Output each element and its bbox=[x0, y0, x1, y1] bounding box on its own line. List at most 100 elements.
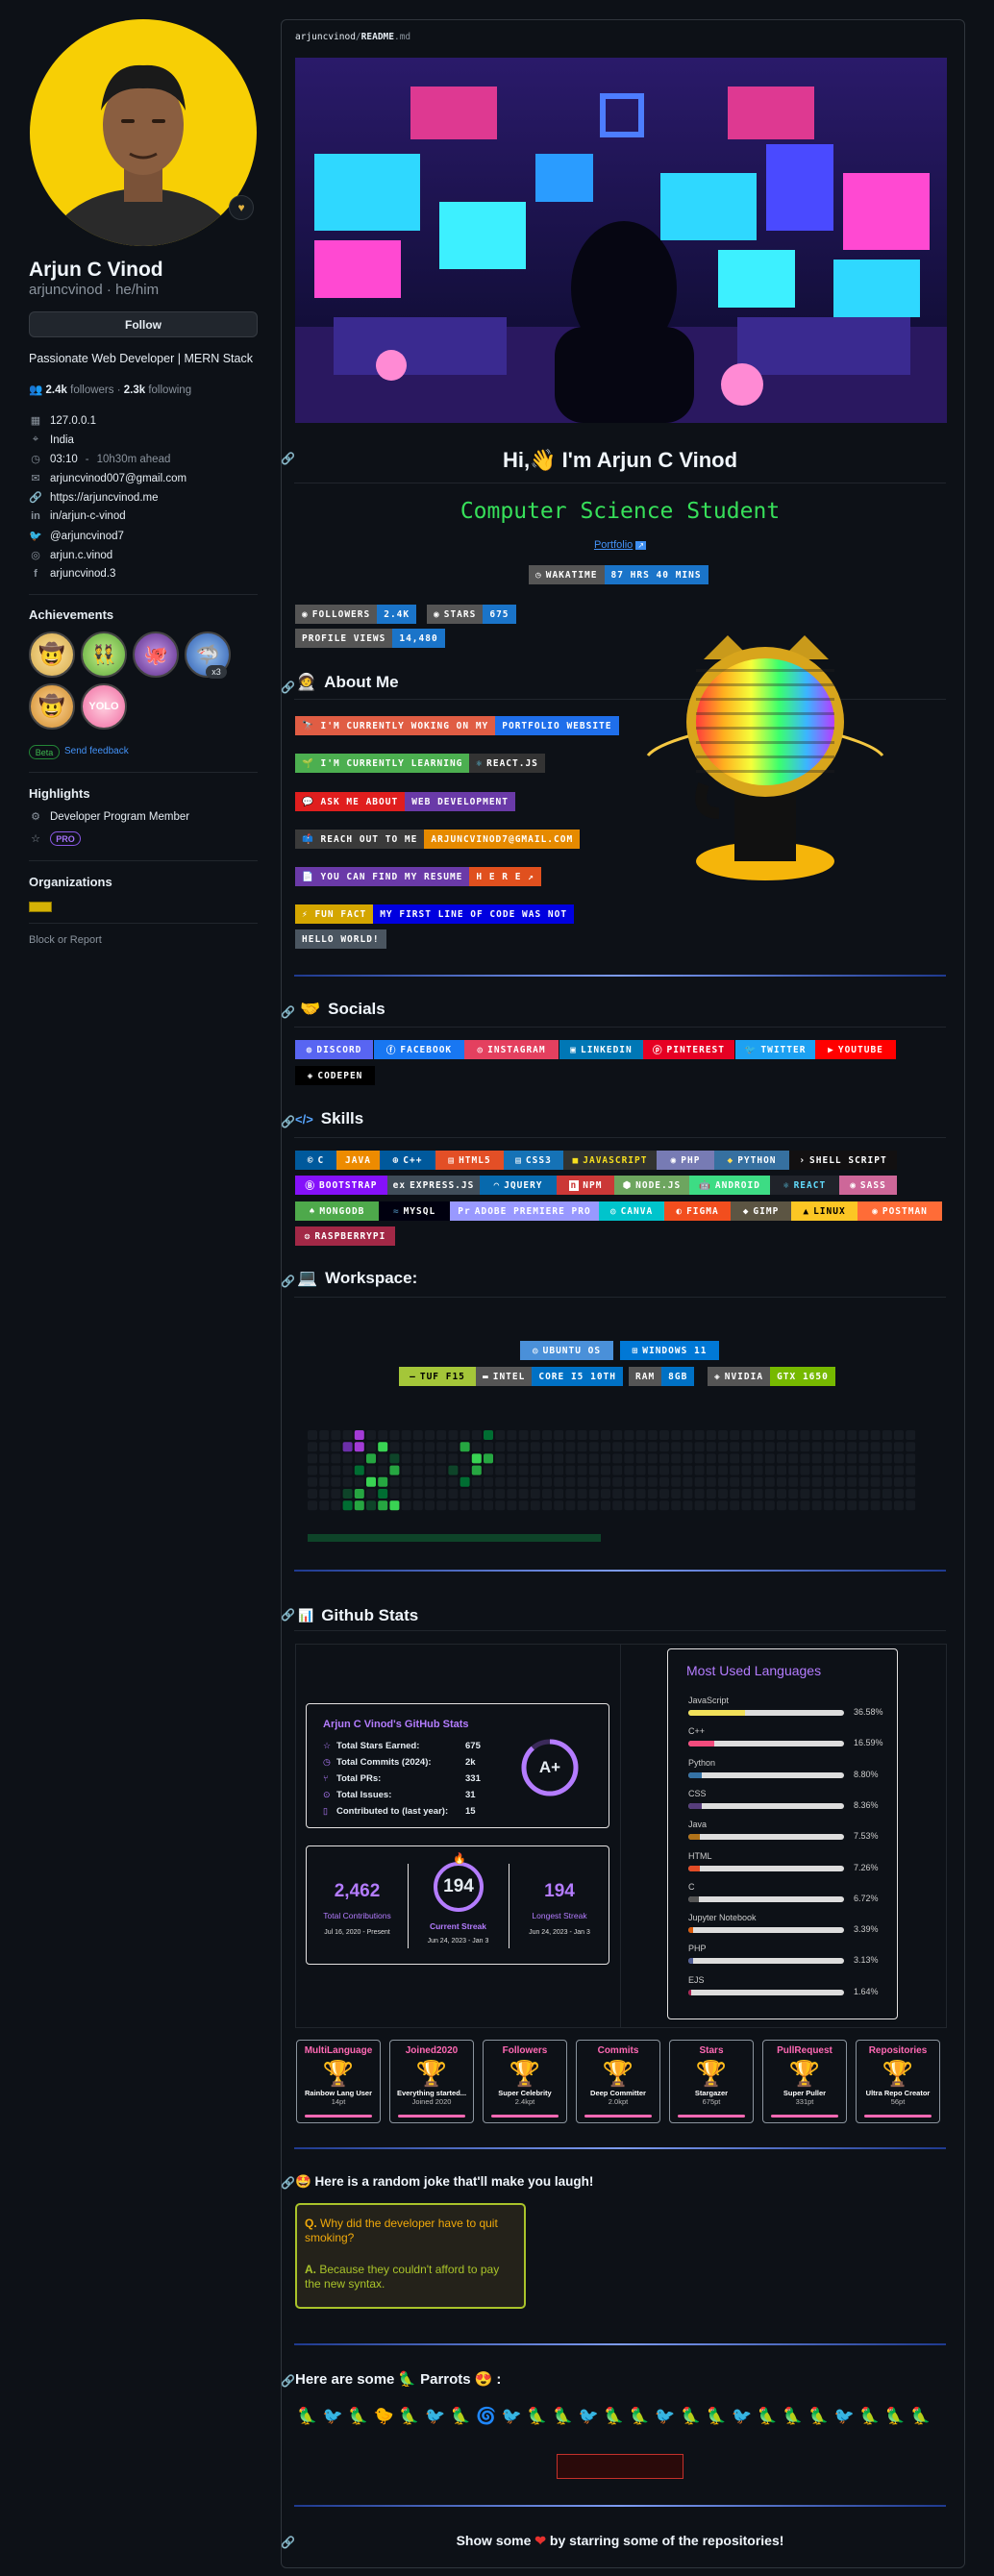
trophy-card[interactable]: Stars 🏆 Stargazer 675pt bbox=[669, 2040, 754, 2123]
contribution-cell bbox=[858, 1476, 869, 1487]
contribution-cell bbox=[460, 1453, 470, 1464]
contribution-cell bbox=[518, 1500, 529, 1511]
achievement-badge-1[interactable]: 🤠 bbox=[29, 632, 75, 678]
followers-label[interactable]: followers bbox=[70, 384, 113, 396]
gear-icon: ⚙ bbox=[31, 811, 40, 823]
following-count[interactable]: 2.3k bbox=[124, 384, 145, 396]
achievement-badge-3[interactable]: 🐙 bbox=[133, 632, 179, 678]
socials-heading: 🤝 Socials bbox=[300, 1000, 385, 1018]
parrot-icon: 🦜 bbox=[757, 2407, 778, 2425]
wakatime-badge[interactable]: ◷ WAKATIME 87 HRS 40 MINS bbox=[529, 565, 708, 584]
anchor-link-icon[interactable]: 🔗 bbox=[281, 1275, 295, 1288]
react-icon: ⚛ bbox=[783, 1179, 790, 1191]
anchor-link-icon[interactable]: 🔗 bbox=[281, 1005, 295, 1019]
status-emoji[interactable]: ♥ bbox=[229, 195, 254, 220]
location-row: ⌖ India bbox=[29, 433, 74, 446]
followers-count[interactable]: 2.4k bbox=[46, 384, 67, 396]
contribution-cell bbox=[741, 1453, 752, 1464]
anchor-link-icon[interactable]: 🔗 bbox=[281, 1608, 295, 1622]
facebook-link[interactable]: arjuncvinod.3 bbox=[50, 568, 115, 580]
joke-card: Q. Why did the developer have to quit sm… bbox=[295, 2203, 526, 2309]
contribution-cell bbox=[495, 1442, 506, 1452]
trophy-card[interactable]: Followers 🏆 Super Celebrity 2.4kpt bbox=[483, 2040, 567, 2123]
email-link[interactable]: arjuncvinod007@gmail.com bbox=[50, 473, 186, 484]
email-row: ✉ arjuncvinod007@gmail.com bbox=[29, 472, 186, 485]
block-report-link[interactable]: Block or Report bbox=[29, 934, 102, 946]
contribution-cell bbox=[319, 1476, 330, 1487]
program-text[interactable]: Developer Program Member bbox=[50, 811, 189, 823]
resume-badge[interactable]: 📄 YOU CAN FIND MY RESUME H E R E ↗ bbox=[295, 867, 541, 886]
youtube-badge[interactable]: ▶ YOUTUBE bbox=[815, 1040, 896, 1059]
contribution-cell bbox=[835, 1500, 845, 1511]
contribution-cell bbox=[906, 1500, 916, 1511]
facebook-badge[interactable]: ⓕ FACEBOOK bbox=[374, 1040, 464, 1059]
trophy-title: Repositories bbox=[868, 2045, 928, 2056]
profile-views-badge: PROFILE VIEWS 14,480 bbox=[295, 629, 445, 648]
pinterest-badge[interactable]: ⓟ PINTEREST bbox=[643, 1040, 734, 1059]
trophy-card[interactable]: Joined2020 🏆 Everything started... Joined 2… bbox=[389, 2040, 474, 2123]
stars-badge[interactable]: ◉ STARS 675 bbox=[427, 605, 516, 624]
anchor-link-icon[interactable]: 🔗 bbox=[281, 452, 295, 465]
contribution-cell bbox=[811, 1476, 822, 1487]
contribution-cell bbox=[811, 1500, 822, 1511]
twitter-badge[interactable]: 🐦 TWITTER bbox=[735, 1040, 815, 1059]
anchor-link-icon[interactable]: 🔗 bbox=[281, 2374, 295, 2388]
anchor-link-icon[interactable]: 🔗 bbox=[281, 681, 295, 694]
website-link[interactable]: https://arjuncvinod.me bbox=[50, 492, 159, 504]
learning-badge[interactable]: 🌱 I'M CURRENTLY LEARNING ⚛ REACT.JS bbox=[295, 754, 545, 773]
ask-me-badge[interactable]: 💬 ASK ME ABOUT WEB DEVELOPMENT bbox=[295, 792, 515, 811]
language-bar-track bbox=[688, 1741, 844, 1747]
contribution-cell bbox=[800, 1476, 810, 1487]
instagram-badge[interactable]: ◎ INSTAGRAM bbox=[464, 1040, 559, 1059]
contribution-cell bbox=[484, 1476, 493, 1487]
portfolio-link[interactable]: Portfolio ↗ bbox=[294, 539, 946, 551]
portfolio-text[interactable]: Portfolio bbox=[594, 539, 633, 551]
twitter-link[interactable]: @arjuncvinod7 bbox=[50, 531, 124, 542]
achievement-badge-5[interactable]: 🤠 bbox=[29, 683, 75, 730]
anchor-link-icon[interactable]: 🔗 bbox=[281, 1115, 295, 1128]
languages-title: Most Used Languages bbox=[686, 1663, 822, 1678]
organization-logo[interactable] bbox=[29, 902, 52, 912]
contribution-cell bbox=[542, 1430, 552, 1440]
achievement-badge-6[interactable]: YOLO bbox=[81, 683, 127, 730]
parrot-icon: 🐦 bbox=[501, 2407, 522, 2425]
longest-streak-label: Longest Streak bbox=[532, 1911, 587, 1920]
codepen-badge[interactable]: ◈ CODEPEN bbox=[295, 1066, 375, 1085]
trophy-card[interactable]: Repositories 🏆 Ultra Repo Creator 56pt bbox=[856, 2040, 940, 2123]
contribution-cell bbox=[894, 1500, 904, 1511]
contribution-cell bbox=[823, 1453, 833, 1464]
path-user[interactable]: arjuncvinod bbox=[295, 32, 356, 42]
parrot-icon: 🦜 bbox=[297, 2407, 318, 2425]
linkedin-badge[interactable]: ▣ LINKEDIN bbox=[559, 1040, 643, 1059]
contribution-cell bbox=[401, 1489, 411, 1499]
working-on-badge[interactable]: 🔭 I'M CURRENTLY WOKING ON MY PORTFOLIO WE… bbox=[295, 716, 619, 735]
follow-button[interactable]: Follow bbox=[29, 311, 258, 337]
instagram-link[interactable]: arjun.c.vinod bbox=[50, 550, 112, 561]
trophy-card[interactable]: MultiLanguage 🏆 Rainbow Lang User 14pt bbox=[296, 2040, 381, 2123]
contribution-cell bbox=[847, 1442, 857, 1452]
anchor-link-icon[interactable]: 🔗 bbox=[281, 2176, 295, 2190]
anchor-link-icon[interactable]: 🔗 bbox=[281, 2536, 295, 2549]
android-icon: 🤖 bbox=[699, 1179, 711, 1191]
longest-streak-value: 194 bbox=[544, 1881, 575, 1901]
ram-badge: RAM 8GB bbox=[629, 1367, 695, 1386]
trophy-title: Followers bbox=[502, 2045, 548, 2056]
avatar[interactable] bbox=[30, 19, 257, 246]
streak-divider bbox=[408, 1864, 409, 1948]
trophy-card[interactable]: PullRequest 🏆 Super Puller 331pt bbox=[762, 2040, 847, 2123]
linkedin-link[interactable]: in/arjun-c-vinod bbox=[50, 510, 126, 522]
send-feedback-link[interactable]: Send feedback bbox=[64, 746, 129, 756]
following-label[interactable]: following bbox=[148, 384, 191, 396]
followers-badge[interactable]: ◉ FOLLOWERS 2.4K bbox=[295, 605, 417, 624]
contribution-cell bbox=[319, 1465, 330, 1475]
contribution-cell bbox=[730, 1465, 740, 1475]
discord-badge[interactable]: ◍ DISCORD bbox=[295, 1040, 373, 1059]
achievement-badge-2[interactable]: 👯 bbox=[81, 632, 127, 678]
trophy-card[interactable]: Commits 🏆 Deep Committer 2.0kpt bbox=[576, 2040, 660, 2123]
c-icon: © bbox=[307, 1154, 314, 1166]
reach-out-badge[interactable]: 📫 REACH OUT TO ME ARJUNCVINOD7@GMAIL.COM bbox=[295, 830, 581, 849]
joke-answer: A. Because they couldn't afford to pay t… bbox=[305, 2263, 500, 2291]
contribution-cell bbox=[894, 1430, 904, 1440]
contribution-cell bbox=[870, 1453, 881, 1464]
fun-fact-badge[interactable]: ⚡ FUN FACT MY FIRST LINE OF CODE WAS NOT bbox=[295, 904, 575, 924]
